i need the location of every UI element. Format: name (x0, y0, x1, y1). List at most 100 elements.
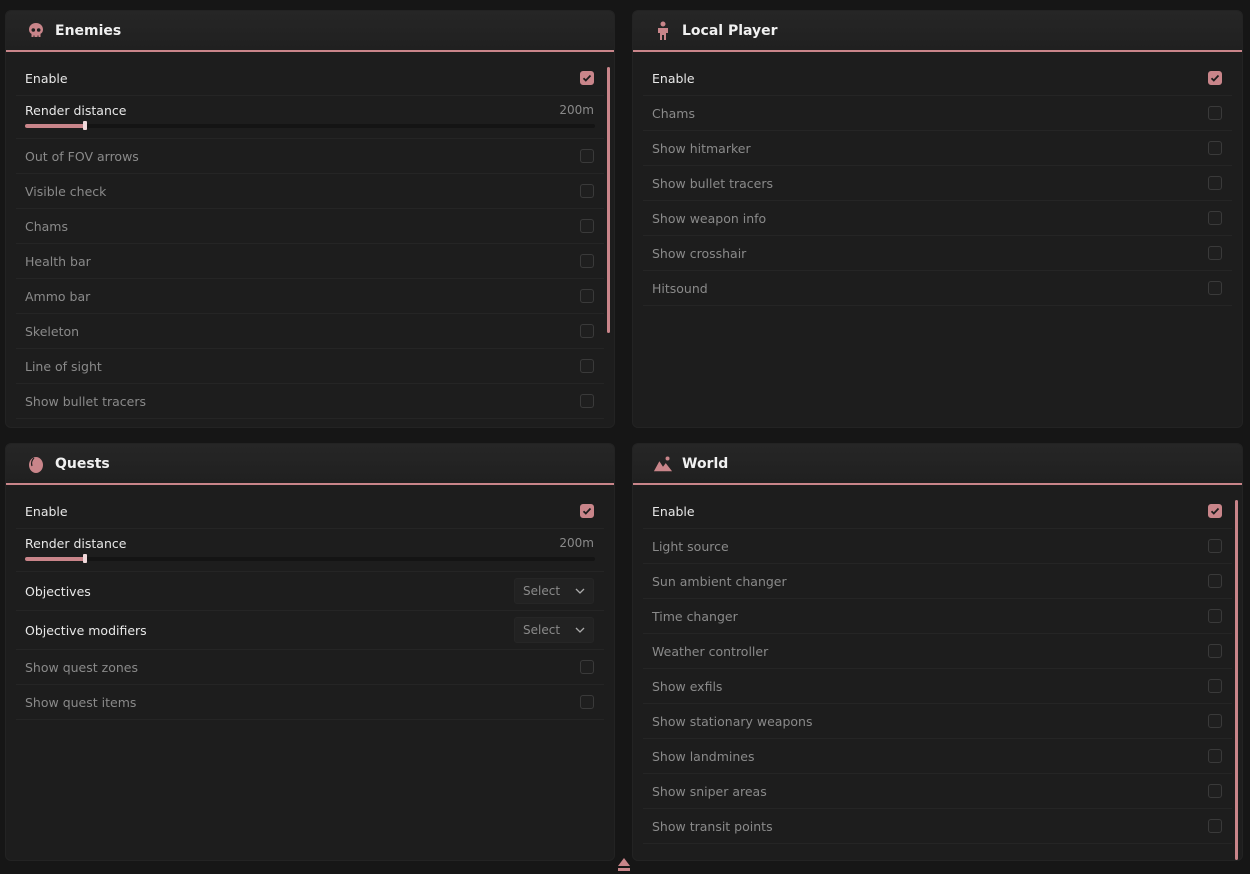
quests-render-distance-row: Render distance 200m (16, 529, 604, 572)
list-item[interactable]: Sun ambient changer (643, 564, 1232, 599)
local-enable-row[interactable]: Enable (643, 52, 1232, 96)
list-item[interactable]: Chams (643, 96, 1232, 131)
option-checkbox[interactable] (580, 394, 594, 408)
world-enable-checkbox[interactable] (1208, 504, 1222, 518)
option-label: Show landmines (652, 748, 755, 764)
option-checkbox[interactable] (1208, 539, 1222, 553)
local-enable-checkbox[interactable] (1208, 71, 1222, 85)
list-item[interactable]: Show bullet tracers (643, 166, 1232, 201)
list-item[interactable]: Show landmines (643, 739, 1232, 774)
panel-title: World (682, 455, 729, 472)
option-label: Show hitmarker (652, 140, 751, 156)
slider-handle[interactable] (83, 121, 87, 130)
option-label: Show stationary weapons (652, 713, 813, 729)
enemies-enable-row[interactable]: Enable (16, 52, 604, 96)
list-item[interactable]: Skeleton (16, 314, 604, 349)
list-item[interactable]: Show bullet tracers (16, 384, 604, 419)
option-checkbox[interactable] (1208, 749, 1222, 763)
objective-modifiers-select[interactable]: Select (514, 617, 594, 643)
list-item[interactable]: Show hitmarker (643, 131, 1232, 166)
enemies-panel: Enemies Enable Render distance 200m Out … (5, 10, 615, 428)
list-item[interactable]: Show exfils (643, 669, 1232, 704)
option-label: Weather controller (652, 643, 769, 659)
option-label: Show quest items (25, 694, 137, 710)
slider-handle[interactable] (83, 554, 87, 563)
list-item[interactable]: Show quest zones (16, 650, 604, 685)
render-distance-value: 200m (559, 103, 594, 117)
option-checkbox[interactable] (580, 184, 594, 198)
slider-fill (25, 557, 85, 561)
list-item[interactable]: Show weapon info (643, 201, 1232, 236)
list-item[interactable]: Show crosshair (643, 236, 1232, 271)
chevron-down-icon (575, 627, 585, 633)
list-item[interactable]: Show stationary weapons (643, 704, 1232, 739)
objective-modifiers-row: Objective modifiers Select (16, 611, 604, 650)
option-checkbox[interactable] (1208, 574, 1222, 588)
select-value: Select (523, 623, 561, 637)
option-label: Show bullet tracers (652, 175, 773, 191)
list-item[interactable]: Line of sight (16, 349, 604, 384)
world-enable-row[interactable]: Enable (643, 485, 1232, 529)
world-scrollbar[interactable] (1235, 500, 1238, 860)
option-checkbox[interactable] (1208, 644, 1222, 658)
check-icon (582, 507, 592, 515)
render-distance-slider[interactable] (25, 554, 595, 563)
list-item[interactable]: Time changer (643, 599, 1232, 634)
collapse-arrow-icon[interactable] (617, 856, 631, 874)
option-checkbox[interactable] (580, 149, 594, 163)
option-checkbox[interactable] (580, 359, 594, 373)
option-checkbox[interactable] (1208, 176, 1222, 190)
list-item[interactable]: Out of FOV arrows (16, 139, 604, 174)
select-value: Select (523, 584, 561, 598)
option-checkbox[interactable] (580, 289, 594, 303)
list-item[interactable]: Visible check (16, 174, 604, 209)
list-item[interactable]: Show quest items (16, 685, 604, 720)
option-checkbox[interactable] (1208, 714, 1222, 728)
option-checkbox[interactable] (1208, 679, 1222, 693)
option-checkbox[interactable] (580, 660, 594, 674)
list-item[interactable]: Light source (643, 529, 1232, 564)
check-icon (1210, 507, 1220, 515)
option-checkbox[interactable] (580, 695, 594, 709)
option-checkbox[interactable] (1208, 819, 1222, 833)
option-checkbox[interactable] (1208, 246, 1222, 260)
render-distance-slider[interactable] (25, 121, 595, 130)
option-checkbox[interactable] (580, 324, 594, 338)
person-icon (653, 21, 673, 41)
list-item[interactable]: Health bar (16, 244, 604, 279)
option-label: Skeleton (25, 323, 80, 339)
world-panel: World Enable Light source Sun ambient cha… (632, 443, 1243, 861)
enemies-render-distance-row: Render distance 200m (16, 96, 604, 139)
list-item[interactable]: Weather controller (643, 634, 1232, 669)
quests-enable-checkbox[interactable] (580, 504, 594, 518)
enemies-enable-checkbox[interactable] (580, 71, 594, 85)
list-item[interactable]: Show sniper areas (643, 774, 1232, 809)
enemies-scrollbar[interactable] (607, 67, 610, 333)
chevron-down-icon (575, 588, 585, 594)
option-checkbox[interactable] (580, 254, 594, 268)
option-label: Show sniper areas (652, 783, 767, 799)
local-player-body: Enable Chams Show hitmarker Show bullet tr… (633, 52, 1242, 427)
check-icon (1210, 74, 1220, 82)
list-item[interactable]: Chams (16, 209, 604, 244)
option-label: Chams (25, 218, 68, 234)
option-checkbox[interactable] (1208, 106, 1222, 120)
option-label: Show transit points (652, 818, 773, 834)
list-item[interactable]: Hitsound (643, 271, 1232, 306)
list-item[interactable]: Show transit points (643, 809, 1232, 844)
render-distance-label: Render distance (25, 536, 127, 551)
option-checkbox[interactable] (1208, 141, 1222, 155)
option-checkbox[interactable] (580, 219, 594, 233)
option-checkbox[interactable] (1208, 281, 1222, 295)
option-checkbox[interactable] (1208, 784, 1222, 798)
objectives-label: Objectives (25, 583, 91, 599)
enable-label: Enable (25, 503, 68, 519)
quests-enable-row[interactable]: Enable (16, 485, 604, 529)
objectives-select[interactable]: Select (514, 578, 594, 604)
option-checkbox[interactable] (1208, 211, 1222, 225)
enable-label: Enable (652, 70, 695, 86)
option-label: Show weapon info (652, 210, 767, 226)
option-checkbox[interactable] (1208, 609, 1222, 623)
list-item[interactable]: Ammo bar (16, 279, 604, 314)
option-label: Time changer (652, 608, 738, 624)
